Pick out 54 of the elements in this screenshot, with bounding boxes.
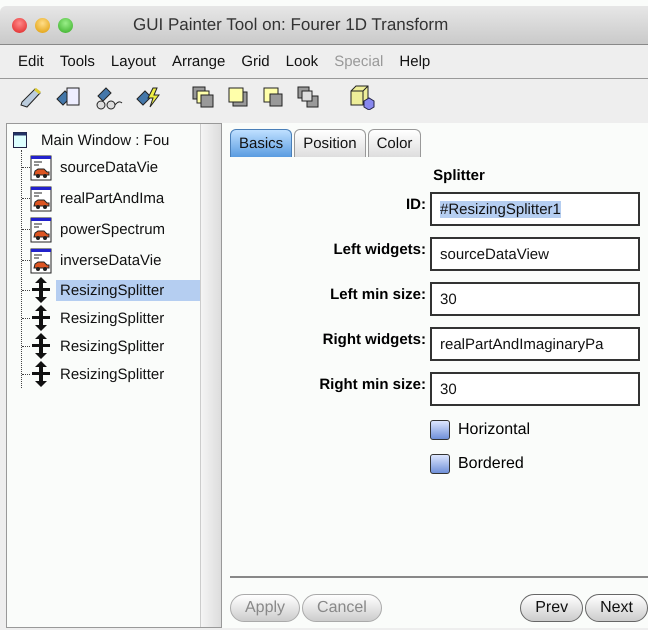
lightning-icon[interactable] <box>135 85 163 109</box>
car-window-icon <box>30 216 52 242</box>
menu-item[interactable]: Look <box>280 51 324 72</box>
tree-item[interactable]: realPartAndIma <box>56 188 164 209</box>
window-title: GUI Painter Tool on: Fourer 1D Transform <box>133 15 448 35</box>
field-label: Right widgets: <box>322 330 426 348</box>
nav-button[interactable]: Next <box>585 594 648 622</box>
splitter-icon <box>30 305 52 331</box>
checkbox[interactable] <box>430 420 450 440</box>
car-window-icon <box>30 248 52 274</box>
menu-item[interactable]: Help <box>393 51 436 72</box>
splitter-icon <box>30 277 52 303</box>
field-label: Left widgets: <box>332 240 426 258</box>
pencil-icon[interactable] <box>18 85 44 109</box>
input-field[interactable]: sourceDataView <box>430 237 640 271</box>
close-button[interactable] <box>12 18 27 32</box>
send-backward-icon[interactable] <box>261 85 285 109</box>
tree-item[interactable]: sourceDataVie <box>56 157 158 178</box>
menu-item[interactable]: Layout <box>104 51 162 72</box>
tree-item[interactable]: ResizingSplitter <box>56 336 164 356</box>
input-field[interactable]: 30 <box>430 372 640 406</box>
tab[interactable]: Basics <box>230 129 292 157</box>
tree-item[interactable]: ResizingSplitter <box>56 280 200 300</box>
tree-item[interactable]: ResizingSplitter <box>56 308 164 328</box>
input-field[interactable]: #ResizingSplitter1 <box>430 192 640 226</box>
tree-item[interactable]: Main Window : Fou <box>37 130 170 150</box>
tab[interactable]: Position <box>294 129 366 157</box>
section-title: Splitter <box>433 167 485 184</box>
checkbox-label: Bordered <box>458 455 524 473</box>
car-window-icon <box>30 186 52 212</box>
field-label: Right min size: <box>318 375 426 393</box>
bring-to-front-icon[interactable] <box>226 85 250 109</box>
send-to-back-icon[interactable] <box>296 85 320 109</box>
menu-item[interactable]: Tools <box>54 51 101 72</box>
field-label: Left min size: <box>329 285 426 303</box>
tree-item[interactable]: ResizingSplitter <box>56 364 164 384</box>
nav-button[interactable]: Prev <box>520 594 584 622</box>
checkbox-label: Horizontal <box>458 421 530 439</box>
cube-icon[interactable] <box>348 84 376 110</box>
menu-item[interactable]: Grid <box>235 51 276 72</box>
tab[interactable]: Color <box>368 129 422 157</box>
splitter-icon <box>30 333 52 359</box>
menu-item[interactable]: Edit <box>12 51 50 72</box>
input-field[interactable]: 30 <box>430 282 640 316</box>
car-window-icon <box>30 154 52 180</box>
tree-item[interactable]: inverseDataVie <box>56 250 162 271</box>
checkbox[interactable] <box>430 454 450 474</box>
input-field[interactable]: realPartAndImaginaryPa <box>430 327 640 361</box>
menu-item[interactable]: Arrange <box>166 51 232 72</box>
field-label: ID: <box>405 195 426 213</box>
splitter-icon <box>30 361 52 387</box>
bring-forward-icon[interactable] <box>191 85 215 109</box>
window-icon <box>13 132 27 148</box>
tree-item[interactable]: powerSpectrum <box>56 219 166 240</box>
